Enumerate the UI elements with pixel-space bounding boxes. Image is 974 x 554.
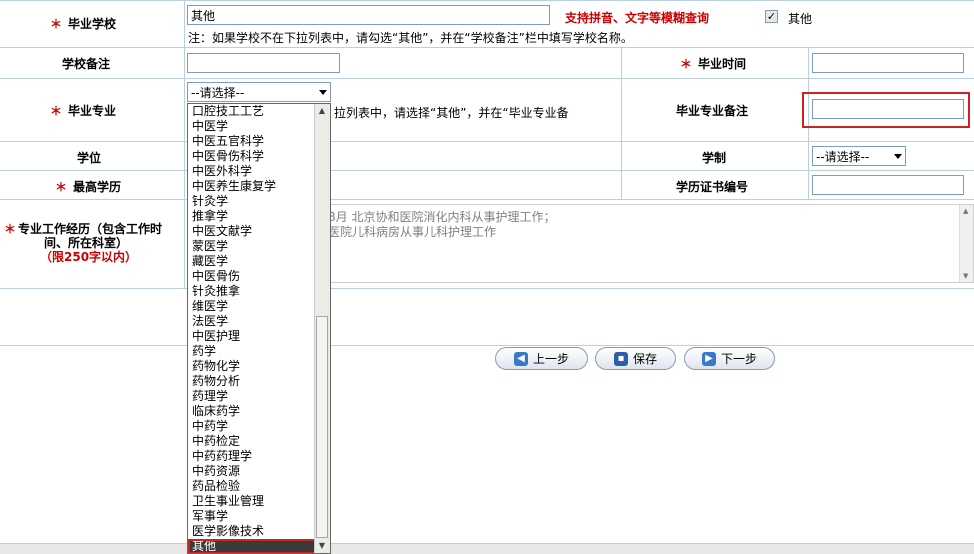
- dropdown-option[interactable]: 医学影像技术: [188, 524, 316, 539]
- dropdown-option[interactable]: 药品检验: [188, 479, 316, 494]
- dropdown-option[interactable]: 卫生事业管理: [188, 494, 316, 509]
- dropdown-option[interactable]: 军事学: [188, 509, 316, 524]
- dropdown-option[interactable]: 药学: [188, 344, 316, 359]
- major-note: 拉列表中，请选择“其他”，并在“毕业专业备: [334, 106, 569, 120]
- dropdown-option[interactable]: 药理学: [188, 389, 316, 404]
- school-label: ＊毕业学校: [50, 17, 117, 31]
- textarea-scrollbar[interactable]: ▲ ▼: [959, 205, 973, 282]
- dropdown-option[interactable]: 蒙医学: [188, 239, 316, 254]
- major-remark-label: 毕业专业备注: [676, 104, 749, 118]
- school-other-checkbox[interactable]: ✓: [765, 10, 778, 23]
- major-select[interactable]: --请选择--: [187, 82, 331, 102]
- next-button[interactable]: ▶ 下一步: [684, 347, 775, 370]
- schooling-label: 学制: [702, 151, 727, 165]
- dropdown-option[interactable]: 中医骨伤科学: [188, 149, 316, 164]
- cert-no-input[interactable]: [812, 175, 964, 195]
- prev-button[interactable]: ◀ 上一步: [495, 347, 588, 370]
- major-label: ＊毕业专业: [50, 104, 117, 118]
- school-remark-input[interactable]: [187, 53, 340, 73]
- save-button[interactable]: ▪ 保存: [595, 347, 676, 370]
- dropdown-option[interactable]: 其他: [188, 539, 316, 553]
- dropdown-option[interactable]: 中医文献学: [188, 224, 316, 239]
- major-dropdown-list[interactable]: 口腔技工工艺 中医学 中医五官科学 中医骨伤科学 中医外科学 中医养生康复学 针灸学 推拿学中…: [187, 103, 331, 554]
- dropdown-option[interactable]: 中药药理学: [188, 449, 316, 464]
- status-bar: [0, 543, 974, 554]
- school-search-hint: 支持拼音、文字等模糊查询: [565, 11, 710, 25]
- dropdown-option[interactable]: 中药检定: [188, 434, 316, 449]
- dropdown-option[interactable]: 针灸推拿: [188, 284, 316, 299]
- dropdown-option[interactable]: 临床药学: [188, 404, 316, 419]
- dropdown-option[interactable]: 法医学: [188, 314, 316, 329]
- dropdown-option[interactable]: 中医外科学: [188, 164, 316, 179]
- school-input[interactable]: 其他: [187, 5, 550, 25]
- arrow-left-icon: ◀: [513, 351, 528, 366]
- dropdown-option[interactable]: 藏医学: [188, 254, 316, 269]
- school-remark-label: 学校备注: [62, 57, 111, 71]
- dropdown-option[interactable]: 中医护理: [188, 329, 316, 344]
- chevron-down-icon: [894, 154, 902, 159]
- dropdown-option[interactable]: 中医骨伤: [188, 269, 316, 284]
- dropdown-option[interactable]: 中医养生康复学: [188, 179, 316, 194]
- scroll-down-icon[interactable]: ▼: [315, 539, 329, 553]
- dropdown-option[interactable]: 药物化学: [188, 359, 316, 374]
- experience-label: ＊专业工作经历（包含工作时 间、所在科室） （限250字以内）: [4, 222, 163, 264]
- arrow-right-icon: ▶: [701, 351, 716, 366]
- scrollbar-thumb[interactable]: [316, 316, 328, 538]
- degree-label: 学位: [77, 151, 102, 165]
- grad-time-label: ＊毕业时间: [680, 57, 747, 71]
- education-label: ＊最高学历: [55, 180, 122, 194]
- dropdown-option[interactable]: 口腔技工工艺: [188, 104, 316, 119]
- dropdown-option[interactable]: 推拿学: [188, 209, 316, 224]
- dropdown-option[interactable]: 中药学: [188, 419, 316, 434]
- schooling-select[interactable]: --请选择--: [812, 146, 906, 166]
- dropdown-option[interactable]: 中药资源: [188, 464, 316, 479]
- school-other-label: 其他: [788, 12, 813, 26]
- experience-text-line-2: 医院儿科病房从事儿科护理工作: [328, 225, 497, 239]
- scroll-up-icon[interactable]: ▲: [315, 104, 329, 118]
- cert-no-label: 学历证书编号: [676, 180, 749, 194]
- major-remark-input[interactable]: [812, 99, 964, 119]
- chevron-down-icon: [319, 90, 327, 95]
- floppy-disk-icon: ▪: [613, 351, 628, 366]
- dropdown-scrollbar[interactable]: ▲ ▼: [314, 104, 330, 553]
- dropdown-option[interactable]: 药物分析: [188, 374, 316, 389]
- dropdown-option[interactable]: 中医五官科学: [188, 134, 316, 149]
- grad-time-input[interactable]: [812, 53, 964, 73]
- dropdown-option[interactable]: 维医学: [188, 299, 316, 314]
- dropdown-option[interactable]: 针灸学: [188, 194, 316, 209]
- dropdown-option[interactable]: 中医学: [188, 119, 316, 134]
- school-note: 注：如果学校不在下拉列表中，请勾选“其他”，并在“学校备注”栏中填写学校名称。: [188, 31, 633, 45]
